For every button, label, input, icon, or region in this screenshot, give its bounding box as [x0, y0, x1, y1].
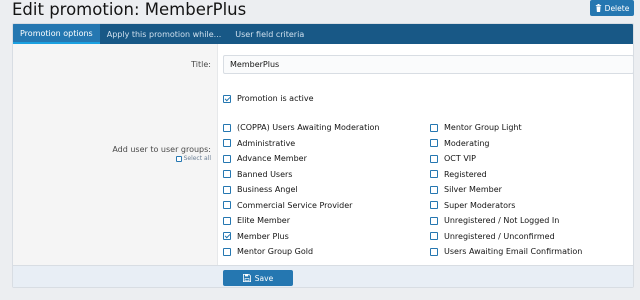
trash-icon	[595, 4, 601, 12]
user-group-option[interactable]: Mentor Group Light	[430, 123, 522, 132]
user-group-checkbox[interactable]	[430, 123, 438, 132]
user-group-checkbox[interactable]	[430, 154, 438, 163]
user-group-label: Member Plus	[237, 231, 289, 241]
user-group-option[interactable]: Banned Users	[223, 170, 292, 179]
tab-promotion-options[interactable]: Promotion options	[13, 24, 100, 44]
tab-bar: Promotion options Apply this promotion w…	[13, 24, 633, 44]
user-group-checkbox[interactable]	[430, 170, 438, 178]
save-button-label: Save	[254, 273, 274, 283]
user-group-checkbox[interactable]	[223, 201, 231, 209]
user-group-option[interactable]: Member Plus	[223, 232, 289, 241]
user-group-checkbox[interactable]	[430, 201, 438, 209]
user-group-option[interactable]: Unregistered / Unconfirmed	[430, 232, 555, 241]
user-group-checkbox[interactable]	[223, 232, 231, 240]
user-group-option[interactable]: Unregistered / Not Logged In	[430, 216, 559, 225]
user-group-checkbox[interactable]	[223, 154, 231, 163]
user-group-label: Commercial Service Provider	[237, 200, 353, 210]
user-group-label: Business Angel	[237, 185, 298, 194]
user-group-option[interactable]: Business Angel	[223, 185, 298, 194]
user-group-label: Administrative	[237, 138, 296, 148]
user-group-checkbox[interactable]	[223, 170, 231, 178]
user-group-option[interactable]: Super Moderators	[430, 201, 515, 210]
user-group-option[interactable]: Registered	[430, 170, 487, 179]
user-group-option[interactable]: Commercial Service Provider	[223, 201, 352, 210]
page-title: Edit promotion: MemberPlus	[12, 0, 247, 19]
user-group-checkbox[interactable]	[223, 139, 231, 147]
user-groups-label: Add user to user groups:	[112, 145, 211, 154]
tab-apply-promotion[interactable]: Apply this promotion while...	[100, 24, 229, 44]
user-group-checkbox[interactable]	[223, 185, 231, 194]
user-group-option[interactable]: (COPPA) Users Awaiting Moderation	[223, 123, 379, 132]
user-group-checkbox[interactable]	[223, 123, 231, 132]
field-column: Promotion is active (COPPA) Users Awaiti…	[218, 44, 633, 265]
promotion-active-checkbox[interactable]	[223, 94, 231, 103]
tab-user-field-criteria[interactable]: User field criteria	[228, 24, 311, 44]
promotion-active-option[interactable]: Promotion is active	[223, 94, 314, 103]
user-group-option[interactable]: Elite Member	[223, 216, 290, 225]
user-group-label: Registered	[444, 169, 487, 179]
user-group-option[interactable]: OCT VIP	[430, 154, 476, 163]
label-column: Title: Add user to user groups: Select a…	[13, 44, 218, 265]
user-group-label: (COPPA) Users Awaiting Moderation	[237, 123, 380, 132]
select-all-label: Select all	[183, 155, 211, 162]
user-group-label: Advance Member	[237, 154, 307, 163]
user-group-label: Super Moderators	[444, 200, 516, 210]
user-group-option[interactable]: Mentor Group Gold	[223, 247, 313, 256]
user-group-label: Silver Member	[444, 185, 502, 194]
user-group-label: Unregistered / Unconfirmed	[444, 231, 555, 241]
user-group-label: Users Awaiting Email Confirmation	[444, 247, 583, 256]
user-group-label: OCT VIP	[444, 154, 476, 163]
user-group-label: Banned Users	[237, 169, 293, 179]
user-group-label: Elite Member	[237, 216, 291, 225]
user-group-checkbox[interactable]	[430, 232, 438, 240]
promotion-active-label: Promotion is active	[237, 94, 314, 103]
select-all-checkbox[interactable]	[175, 155, 182, 162]
user-group-checkbox[interactable]	[223, 216, 231, 225]
delete-button-label: Delete	[604, 3, 630, 13]
user-group-option[interactable]: Users Awaiting Email Confirmation	[430, 247, 582, 256]
select-all-toggle[interactable]: Select all	[175, 155, 211, 162]
title-label: Title:	[191, 60, 211, 69]
user-group-checkbox[interactable]	[223, 247, 231, 256]
save-button[interactable]: Save	[223, 270, 293, 286]
floppy-disk-icon	[242, 274, 251, 282]
user-group-checkbox[interactable]	[430, 185, 438, 194]
delete-button[interactable]: Delete	[590, 0, 634, 16]
user-group-checkbox[interactable]	[430, 139, 438, 147]
promotion-form: Promotion options Apply this promotion w…	[12, 23, 634, 288]
user-group-option[interactable]: Moderating	[430, 139, 490, 148]
title-input[interactable]	[223, 55, 633, 74]
user-group-checkbox[interactable]	[430, 216, 438, 225]
user-group-label: Mentor Group Light	[444, 123, 522, 132]
user-group-label: Unregistered / Not Logged In	[444, 216, 560, 225]
user-group-checkbox[interactable]	[430, 247, 438, 256]
form-footer: Save	[13, 265, 633, 287]
user-group-label: Moderating	[444, 138, 490, 148]
user-group-label: Mentor Group Gold	[237, 247, 314, 256]
user-group-option[interactable]: Silver Member	[430, 185, 502, 194]
user-group-option[interactable]: Advance Member	[223, 154, 307, 163]
user-group-option[interactable]: Administrative	[223, 139, 295, 148]
